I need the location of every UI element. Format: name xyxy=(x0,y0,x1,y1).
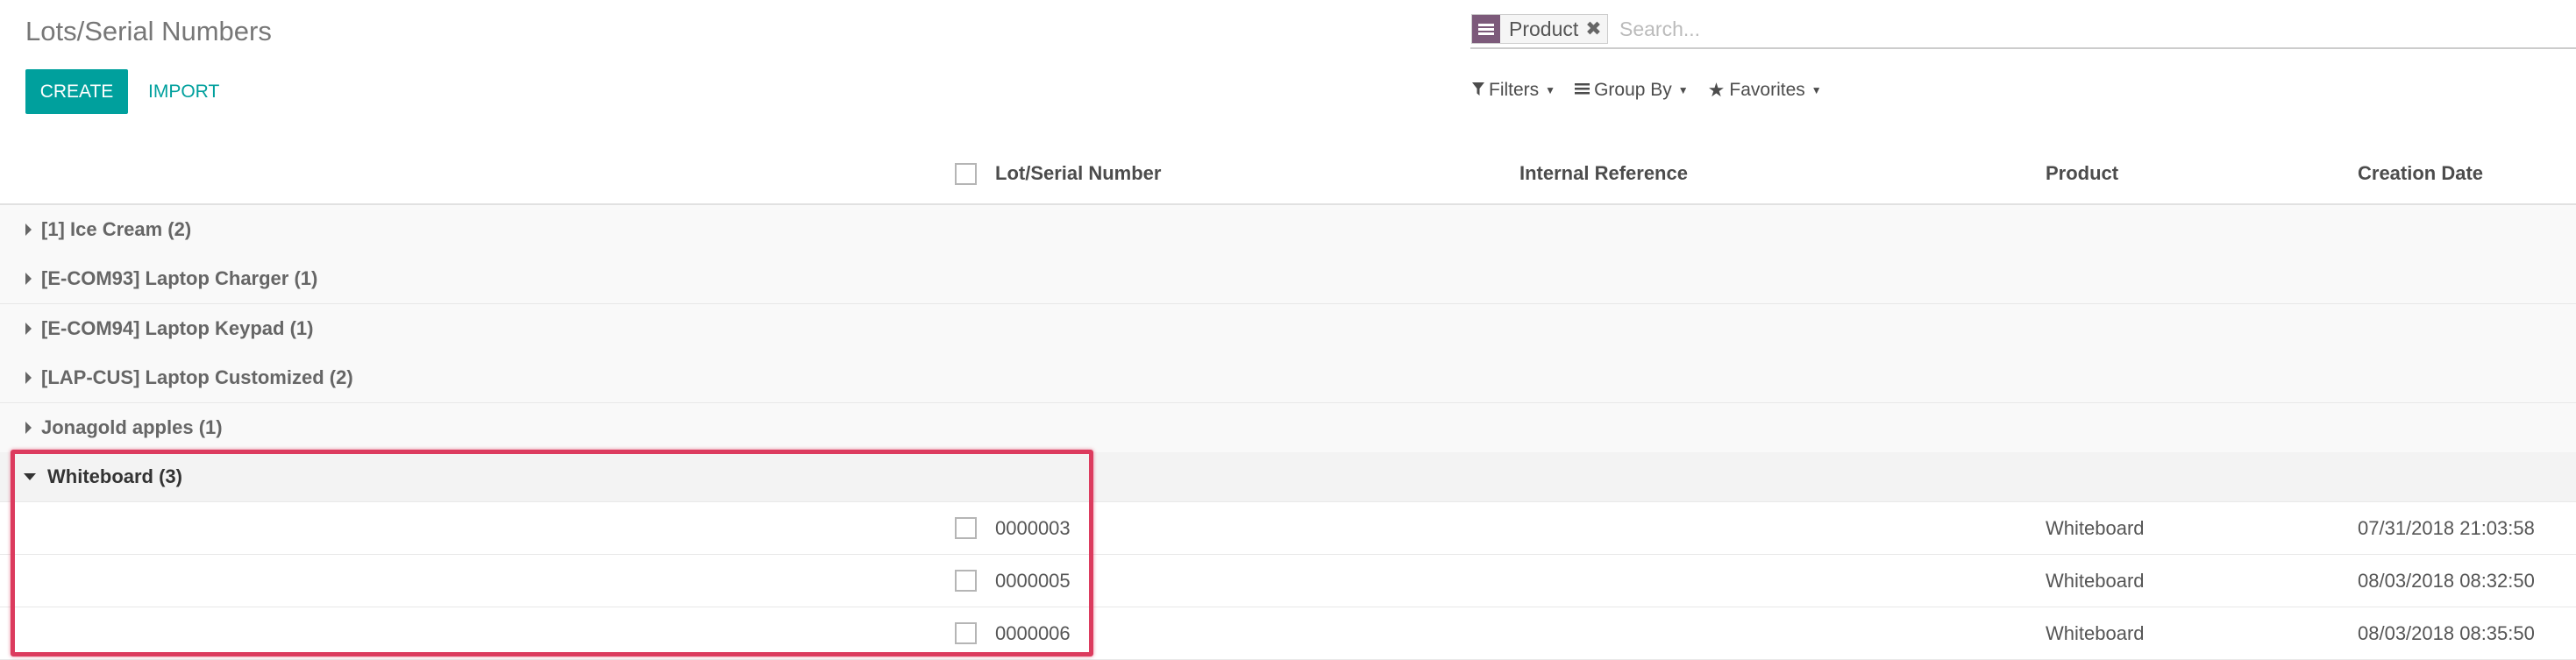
filters-label: Filters xyxy=(1489,80,1540,100)
select-all-checkbox-cell xyxy=(955,144,977,203)
favorites-dropdown[interactable]: ★ Favorites ▼ xyxy=(1708,79,1822,102)
cell-lot: 0000005 xyxy=(995,569,1071,592)
select-all-checkbox[interactable] xyxy=(955,162,977,185)
row-checkbox[interactable] xyxy=(955,570,977,592)
group-row[interactable]: [E-COM93] Laptop Charger (1) xyxy=(0,254,2576,304)
caret-right-icon xyxy=(25,224,32,236)
group-row[interactable]: [1] Ice Cream (2) xyxy=(0,205,2576,255)
group-row-expanded[interactable]: Whiteboard (3) xyxy=(0,452,2576,502)
group-label: [E-COM93] Laptop Charger (1) xyxy=(41,267,318,289)
caret-right-icon xyxy=(25,323,32,335)
caret-down-icon: ▼ xyxy=(1677,84,1689,96)
row-checkbox[interactable] xyxy=(955,517,977,539)
filter-icon xyxy=(1472,80,1484,101)
group-label: [1] Ice Cream (2) xyxy=(41,218,192,240)
page-title: Lots/Serial Numbers xyxy=(25,16,272,46)
filters-dropdown[interactable]: Filters ▼ xyxy=(1472,79,1555,102)
cell-lot: 0000003 xyxy=(995,516,1071,539)
create-button[interactable]: CREATE xyxy=(25,69,128,114)
cell-date: 08/03/2018 08:35:50 xyxy=(2358,621,2535,644)
group-by-icon xyxy=(1472,15,1500,43)
cell-date: 08/03/2018 08:32:50 xyxy=(2358,569,2535,592)
favorites-label: Favorites xyxy=(1729,80,1805,100)
caret-right-icon xyxy=(25,273,32,285)
caret-down-icon xyxy=(24,473,36,480)
group-row[interactable]: Jonagold apples (1) xyxy=(0,403,2576,453)
search-options: Filters ▼ Group By ▼ ★ Favorites ▼ xyxy=(1472,79,1822,102)
group-label: [LAP-CUS] Laptop Customized (2) xyxy=(41,366,353,388)
cell-product: Whiteboard xyxy=(2046,621,2145,644)
caret-right-icon xyxy=(25,372,32,384)
caret-down-icon: ▼ xyxy=(1545,84,1556,96)
group-label: Jonagold apples (1) xyxy=(41,416,223,438)
row-checkbox[interactable] xyxy=(955,622,977,644)
search-input[interactable] xyxy=(1618,14,2568,44)
list-icon xyxy=(1575,80,1590,101)
cell-product: Whiteboard xyxy=(2046,569,2145,592)
search-facet: Product ✖ xyxy=(1471,14,1608,44)
group-row[interactable]: [LAP-CUS] Laptop Customized (2) xyxy=(0,353,2576,403)
cell-product: Whiteboard xyxy=(2046,516,2145,539)
star-icon: ★ xyxy=(1707,79,1726,101)
column-product[interactable]: Product xyxy=(2046,144,2118,203)
close-icon[interactable]: ✖ xyxy=(1585,15,1606,43)
column-lot-serial-number[interactable]: Lot/Serial Number xyxy=(995,144,1161,203)
column-internal-reference[interactable]: Internal Reference xyxy=(1519,144,1688,203)
cell-date: 07/31/2018 21:03:58 xyxy=(2358,516,2535,539)
search-bar: Product ✖ xyxy=(1470,12,2576,49)
table-row[interactable]: 0000006 Whiteboard 08/03/2018 08:35:50 xyxy=(0,607,2576,660)
group-label: [E-COM94] Laptop Keypad (1) xyxy=(41,317,314,339)
table-row[interactable]: 0000003 Whiteboard 07/31/2018 21:03:58 xyxy=(0,502,2576,555)
table-header: Lot/Serial Number Internal Reference Pro… xyxy=(0,144,2576,205)
table-row[interactable]: 0000005 Whiteboard 08/03/2018 08:32:50 xyxy=(0,555,2576,607)
caret-down-icon: ▼ xyxy=(1811,84,1822,96)
import-button[interactable]: IMPORT xyxy=(136,69,231,114)
group-by-label: Group By xyxy=(1594,80,1672,100)
facet-value: Product xyxy=(1509,18,1579,40)
group-label: Whiteboard (3) xyxy=(47,465,182,487)
group-by-dropdown[interactable]: Group By ▼ xyxy=(1575,79,1689,102)
group-row[interactable]: [E-COM94] Laptop Keypad (1) xyxy=(0,304,2576,354)
column-creation-date[interactable]: Creation Date xyxy=(2358,144,2483,203)
cell-lot: 0000006 xyxy=(995,621,1071,644)
caret-right-icon xyxy=(25,422,32,434)
